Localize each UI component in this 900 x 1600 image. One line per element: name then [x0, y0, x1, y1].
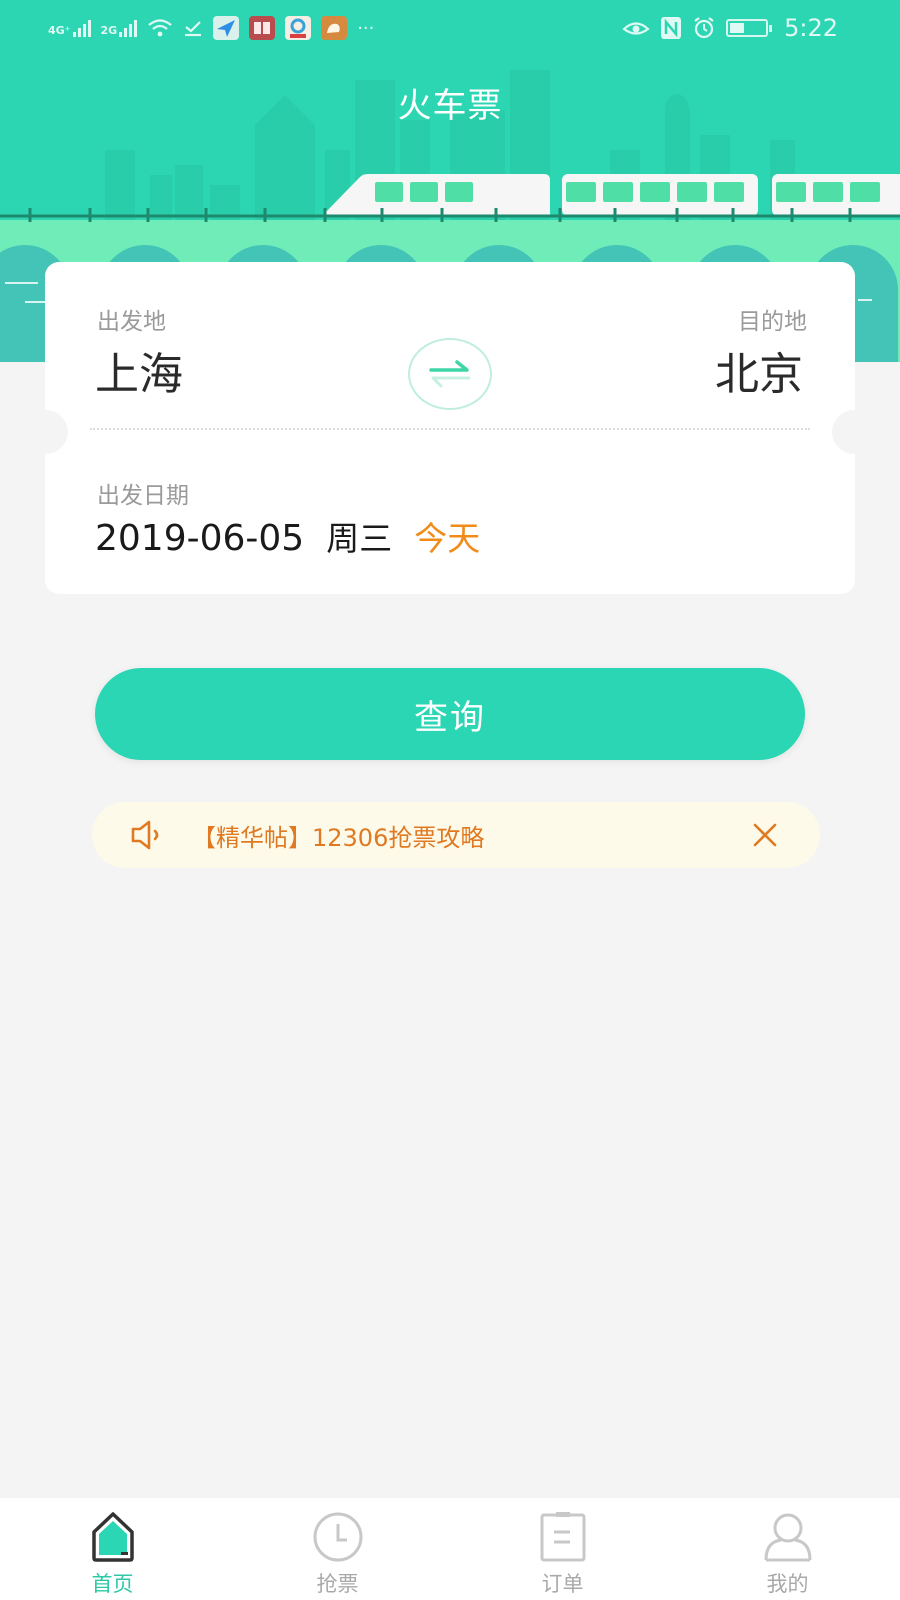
notice-link[interactable]: 【精华帖】12306抢票攻略 [192, 818, 750, 853]
user-icon [764, 1513, 811, 1562]
wifi-icon [148, 19, 172, 37]
battery-icon [726, 19, 773, 37]
swap-arrows-icon [429, 360, 471, 388]
speaker-icon [131, 820, 159, 850]
card-divider [90, 428, 810, 430]
nav-label-home: 首页 [91, 1572, 134, 1596]
home-icon [91, 1512, 134, 1562]
departure-city[interactable]: 上海 [95, 338, 183, 402]
alarm-icon [694, 17, 714, 39]
nav-label-grab-tickets: 抢票 [316, 1572, 359, 1596]
card-notch-left [22, 410, 68, 454]
map-app-icon [213, 16, 240, 40]
nav-label-profile: 我的 [766, 1572, 809, 1596]
status-bar: 4G⁺ 2G ··· 5:22 [0, 0, 900, 56]
swap-cities-button[interactable] [408, 338, 492, 410]
cellular-signal-2-icon: 2G [100, 19, 138, 37]
query-button[interactable]: 查询 [95, 668, 805, 760]
train [322, 174, 900, 216]
departure-date-picker[interactable]: 2019-06-05 周三 今天 [95, 512, 480, 560]
clock-time: 5:22 [784, 14, 838, 42]
eye-comfort-icon [622, 22, 650, 35]
destination-city[interactable]: 北京 [715, 338, 803, 402]
notice-bar: 【精华帖】12306抢票攻略 [92, 802, 820, 868]
departure-date-label: 出发日期 [97, 483, 189, 509]
card-notch-right [832, 410, 878, 454]
nav-item-grab-tickets[interactable]: 抢票 [225, 1498, 450, 1600]
network-type-1: 4G⁺ [48, 23, 71, 37]
nfc-icon [661, 17, 682, 39]
today-tag: 今天 [414, 519, 481, 558]
nav-item-orders[interactable]: 订单 [450, 1498, 675, 1600]
destination-label: 目的地 [738, 309, 807, 335]
close-icon[interactable] [750, 820, 780, 850]
network-type-2: 2G [100, 23, 118, 37]
reader-app-icon [249, 16, 276, 40]
nav-label-orders: 订单 [541, 1572, 584, 1596]
departure-label: 出发地 [97, 309, 166, 335]
cellular-signal-icon: 4G⁺ [48, 19, 91, 37]
clipboard-icon [540, 1512, 585, 1562]
nav-item-home[interactable]: 首页 [0, 1498, 225, 1600]
nav-item-profile[interactable]: 我的 [675, 1498, 900, 1600]
page-title: 火车票 [397, 86, 503, 126]
departure-weekday: 周三 [326, 519, 393, 558]
browser-app-icon [285, 16, 312, 40]
more-notifications-icon: ··· [357, 17, 375, 39]
download-done-icon [185, 21, 202, 37]
bottom-navigation: 首页 抢票 订单 我的 [0, 1498, 900, 1600]
clock-icon [313, 1512, 362, 1562]
departure-date-value: 2019-06-05 [95, 518, 305, 559]
ticket-search-card: 出发地 目的地 上海 北京 出发日期 2019-06-05 周三 今天 [22, 262, 878, 594]
uc-browser-icon [321, 16, 348, 40]
